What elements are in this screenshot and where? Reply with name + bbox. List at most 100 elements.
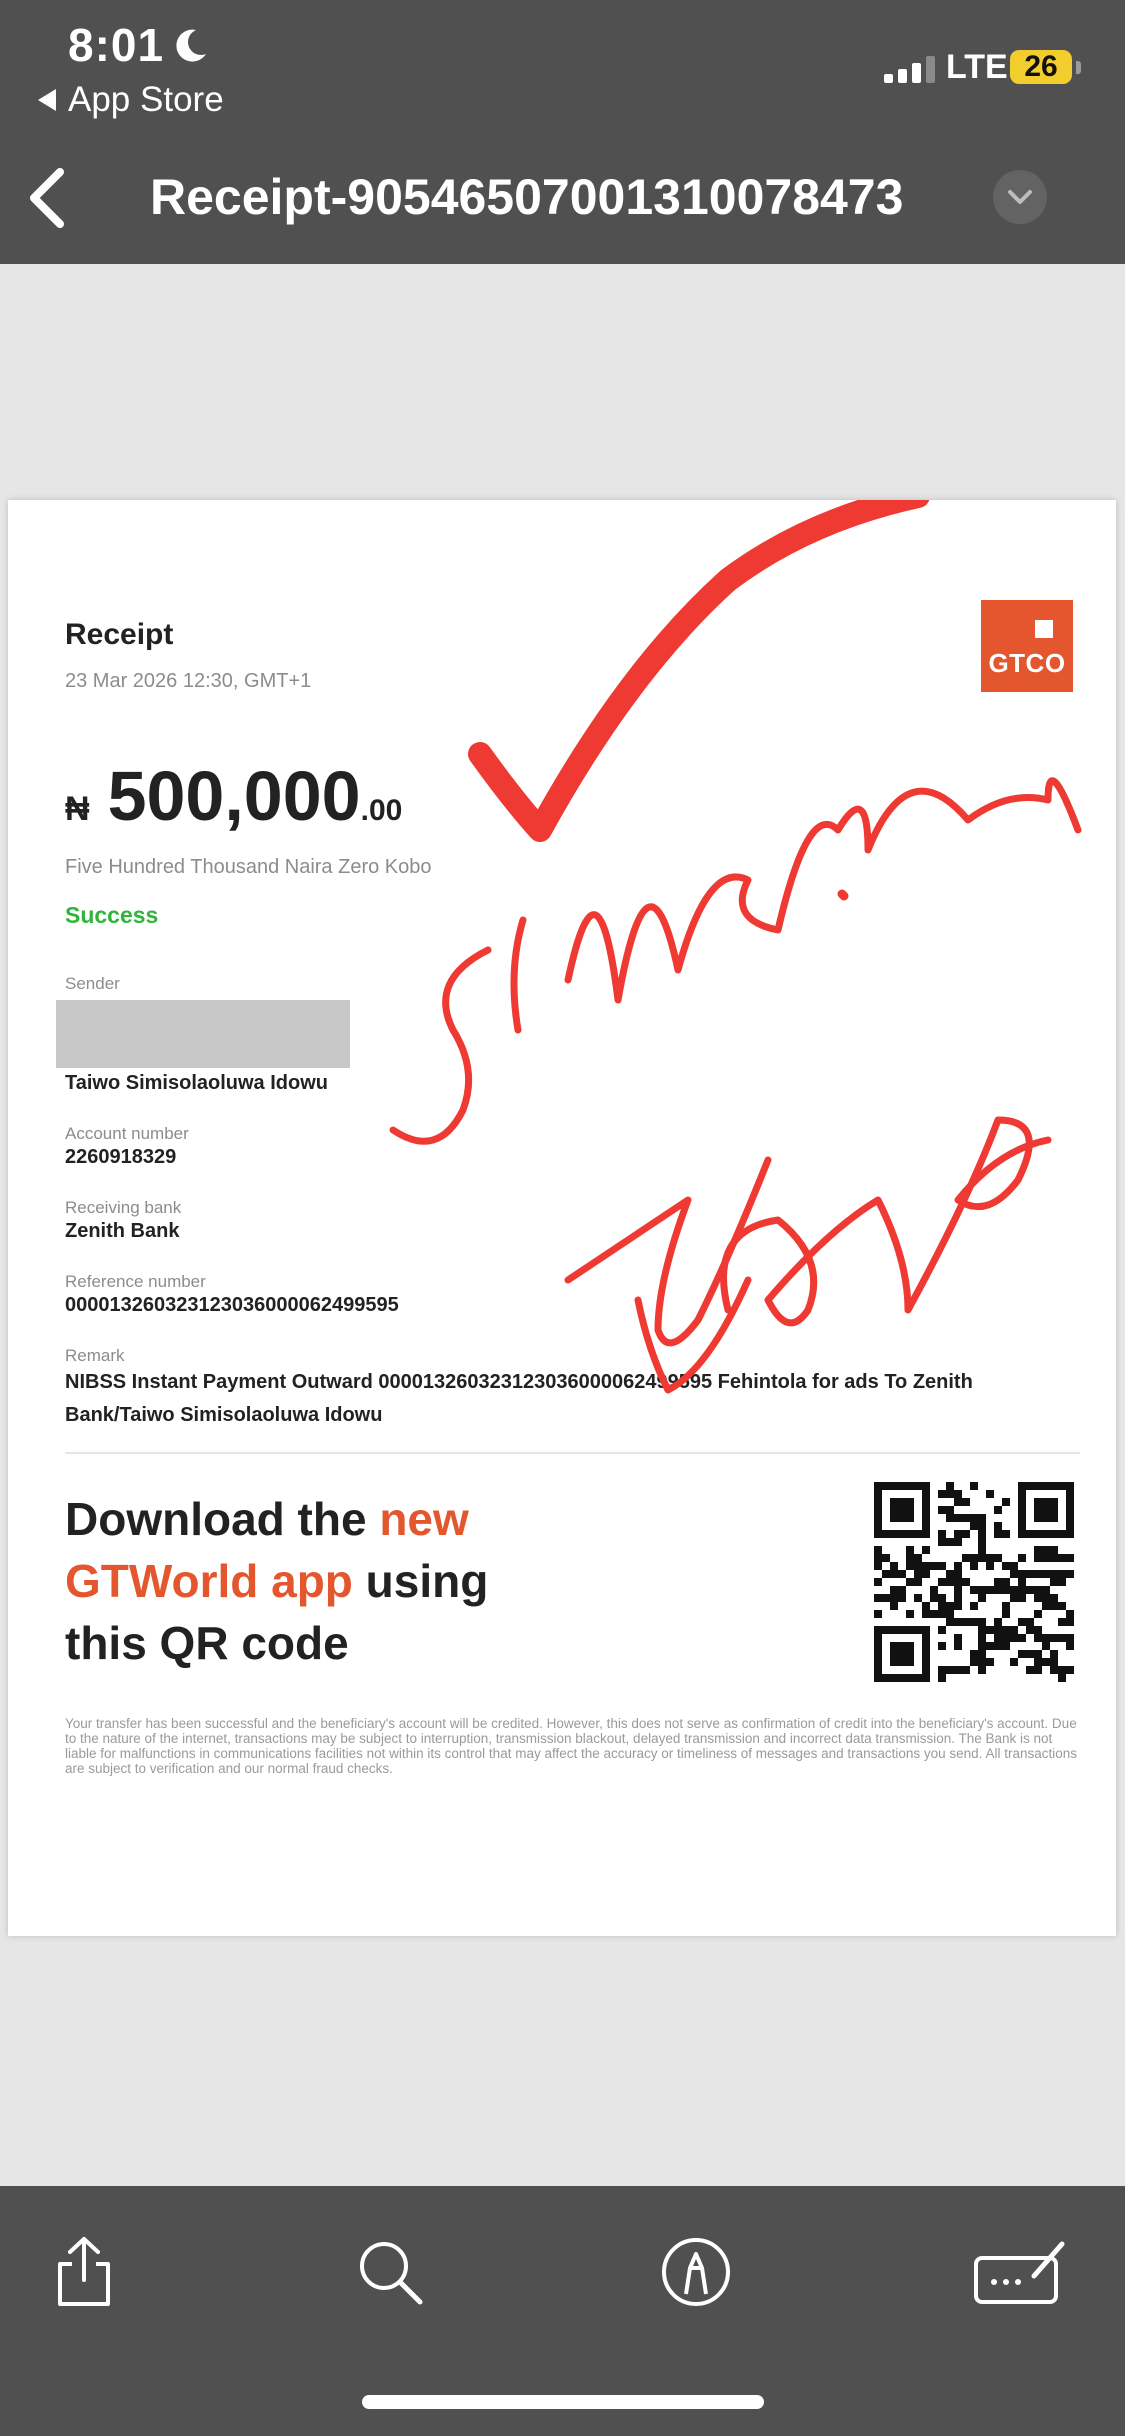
redacted-block [56, 1000, 350, 1068]
markup-icon[interactable] [656, 2232, 736, 2312]
qr-module [874, 1610, 882, 1618]
qr-module [1042, 1570, 1050, 1578]
qr-module [874, 1666, 882, 1674]
receipt-datetime: 23 Mar 2026 12:30, GMT+1 [65, 670, 312, 692]
amount-main: 500,000 [107, 757, 361, 835]
qr-module [946, 1610, 954, 1618]
qr-module [1010, 1562, 1018, 1570]
qr-module [906, 1626, 914, 1634]
qr-module [874, 1650, 882, 1658]
battery-indicator: 26 [1010, 50, 1072, 84]
qr-module [890, 1514, 898, 1522]
qr-module [890, 1482, 898, 1490]
qr-module [898, 1514, 906, 1522]
receipt-heading: Receipt [65, 618, 174, 651]
qr-module [906, 1530, 914, 1538]
qr-module [874, 1626, 882, 1634]
status-time: 8:01 [68, 19, 165, 71]
logo-square [1035, 620, 1053, 638]
qr-module [946, 1618, 954, 1626]
qr-module [962, 1666, 970, 1674]
promo-part1: Download the [65, 1493, 380, 1545]
qr-module [890, 1594, 898, 1602]
checkmark-stroke [468, 500, 930, 842]
qr-module [890, 1674, 898, 1682]
qr-module [1002, 1578, 1010, 1586]
qr-module [954, 1490, 962, 1498]
qr-module [1034, 1650, 1042, 1658]
qr-module [1018, 1650, 1026, 1658]
qr-module [914, 1554, 922, 1562]
qr-module [1050, 1602, 1058, 1610]
qr-module [986, 1658, 994, 1666]
remark-text: NIBSS Instant Payment Outward 0000132603… [65, 1371, 973, 1426]
qr-module [978, 1626, 986, 1634]
qr-module [1034, 1594, 1042, 1602]
qr-module [1042, 1530, 1050, 1538]
qr-module [898, 1642, 906, 1650]
qr-module [994, 1522, 1002, 1530]
qr-module [1002, 1626, 1010, 1634]
qr-module [994, 1642, 1002, 1650]
back-to-app-store[interactable]: App Store [38, 80, 224, 120]
qr-module [914, 1530, 922, 1538]
qr-module [898, 1506, 906, 1514]
qr-module [1066, 1610, 1074, 1618]
qr-module [954, 1594, 962, 1602]
qr-module [1002, 1610, 1010, 1618]
qr-module [890, 1586, 898, 1594]
qr-module [906, 1514, 914, 1522]
qr-module [954, 1602, 962, 1610]
qr-module [986, 1586, 994, 1594]
qr-module [1050, 1506, 1058, 1514]
divider [65, 1452, 1080, 1454]
qr-module [946, 1506, 954, 1514]
share-icon[interactable] [44, 2232, 124, 2312]
qr-module [1026, 1626, 1034, 1634]
qr-module [890, 1650, 898, 1658]
qr-module [890, 1562, 898, 1570]
qr-module [1018, 1570, 1026, 1578]
chevron-left-icon[interactable] [22, 166, 72, 230]
qr-module [890, 1602, 898, 1610]
qr-module [930, 1610, 938, 1618]
home-indicator[interactable] [362, 2395, 764, 2409]
qr-module [994, 1530, 1002, 1538]
qr-module [1034, 1586, 1042, 1594]
qr-module [962, 1498, 970, 1506]
qr-module [946, 1666, 954, 1674]
qr-code [874, 1482, 1074, 1682]
qr-module [1026, 1482, 1034, 1490]
qr-module [1066, 1490, 1074, 1498]
qr-module [890, 1658, 898, 1666]
qr-module [922, 1602, 930, 1610]
qr-module [978, 1514, 986, 1522]
qr-module [874, 1554, 882, 1562]
qr-module [986, 1562, 994, 1570]
qr-modules [874, 1482, 1074, 1682]
qr-module [970, 1562, 978, 1570]
search-icon[interactable] [350, 2232, 430, 2312]
qr-module [1018, 1578, 1026, 1586]
qr-module [954, 1578, 962, 1586]
qr-module [922, 1498, 930, 1506]
title-menu-button[interactable] [993, 170, 1047, 224]
back-app-label: App Store [68, 80, 224, 119]
qr-module [890, 1498, 898, 1506]
qr-module [1002, 1642, 1010, 1650]
qr-module [994, 1554, 1002, 1562]
qr-module [938, 1578, 946, 1586]
qr-module [1034, 1554, 1042, 1562]
account-number-label: Account number [65, 1124, 189, 1143]
qr-module [1066, 1522, 1074, 1530]
qr-module [1018, 1498, 1026, 1506]
qr-module [914, 1562, 922, 1570]
amount-decimal: .00 [360, 794, 403, 827]
qr-module [954, 1498, 962, 1506]
signature-icon[interactable] [970, 2232, 1070, 2312]
qr-module [882, 1626, 890, 1634]
qr-module [930, 1562, 938, 1570]
qr-module [874, 1506, 882, 1514]
qr-module [1026, 1586, 1034, 1594]
qr-module [890, 1626, 898, 1634]
